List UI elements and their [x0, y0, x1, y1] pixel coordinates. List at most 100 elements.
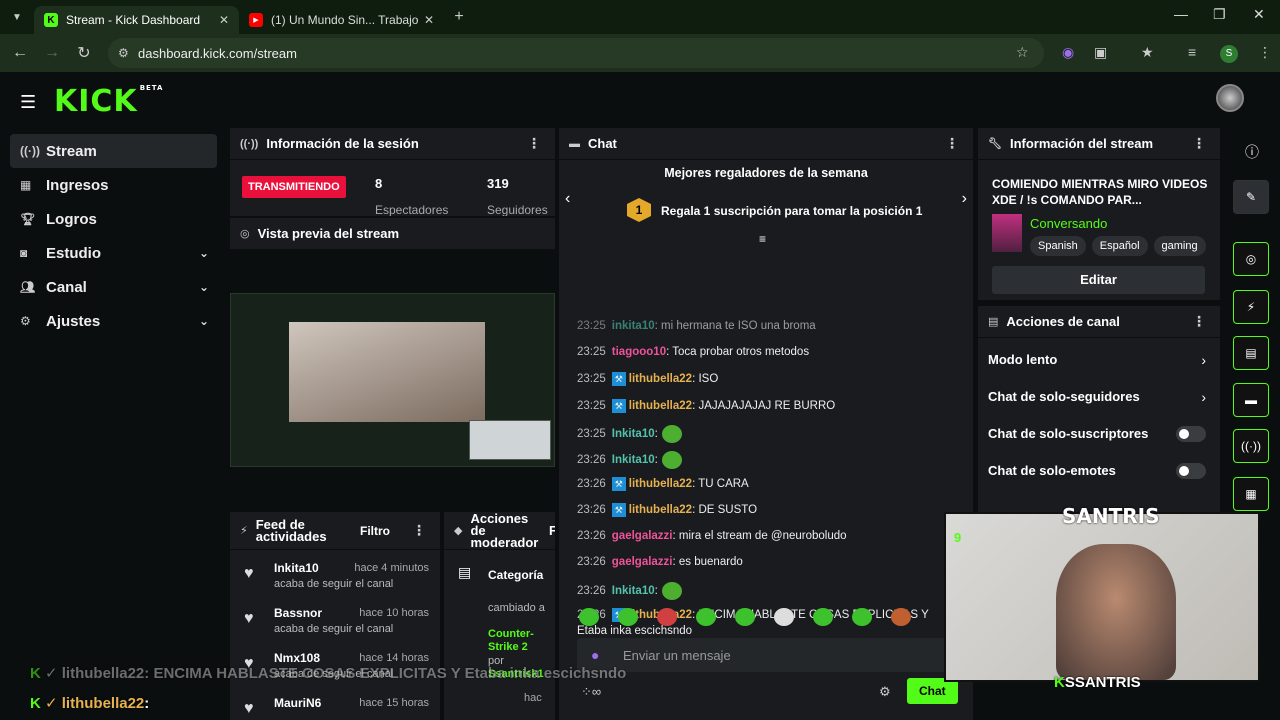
overlay-chat-line: K ✓ lithubella22: ENCIMA HABLASTE COSAS … — [30, 665, 627, 682]
user-avatar[interactable] — [1216, 84, 1244, 112]
menu-dots-icon[interactable]: ⋮ — [412, 522, 426, 539]
tab-kick-dashboard[interactable]: K Stream - Kick Dashboard ✕ — [34, 6, 239, 34]
site-info-icon[interactable]: ⚙ — [118, 46, 129, 60]
chat-username[interactable]: lithubella22 — [629, 478, 692, 490]
reload-icon[interactable]: ↻ — [68, 43, 100, 63]
bookmark-star-icon[interactable]: ☆ — [1016, 44, 1029, 61]
maximize-icon[interactable]: ❐ — [1213, 6, 1226, 23]
tab-youtube[interactable]: ▶ (1) Un Mundo Sin... Trabajo - Yo ✕ — [239, 6, 444, 34]
collapse-icon[interactable]: ≡ — [759, 232, 766, 246]
close-tab-icon[interactable]: ✕ — [424, 13, 434, 27]
chat-bubble-icon[interactable]: ▬ — [1233, 383, 1269, 417]
settings-gear-icon[interactable]: ⚙ — [879, 684, 891, 700]
emote-icon[interactable] — [618, 608, 638, 626]
game-name[interactable]: Counter-Strike 2 — [488, 628, 548, 654]
extension-icon[interactable]: ◉ — [1062, 44, 1074, 61]
sidebar-item-estudio[interactable]: ◙ Estudio ⌄ — [10, 236, 217, 270]
feed-user[interactable]: Nmx108 — [274, 651, 320, 665]
emote-icon[interactable] — [696, 608, 716, 626]
hamburger-menu-icon[interactable]: ☰ — [20, 92, 36, 113]
chat-tools-icon[interactable]: ⁘∞ — [581, 684, 601, 700]
chat-timestamp: 23:26 — [577, 529, 606, 542]
sidebar-item-logros[interactable]: 🏆︎ Logros — [10, 202, 217, 236]
sidebar-item-stream[interactable]: ((·)) Stream — [10, 134, 217, 168]
profile-avatar[interactable]: S — [1220, 45, 1238, 63]
scan-icon[interactable]: ◎ — [1233, 242, 1269, 276]
stream-preview-video[interactable] — [230, 293, 555, 467]
chevron-right-icon[interactable]: › — [962, 190, 967, 208]
filter-button[interactable]: Filtro — [360, 524, 390, 538]
youtube-favicon-icon: ▶ — [249, 13, 263, 27]
feed-user[interactable]: Bassnor — [274, 606, 322, 620]
slow-mode-row[interactable]: Modo lento › — [978, 352, 1220, 382]
menu-dots-icon[interactable]: ⋮ — [1192, 313, 1206, 330]
broadcast-icon[interactable]: ((·)) — [1233, 429, 1269, 463]
emote-icon[interactable] — [774, 608, 794, 626]
chat-username[interactable]: inkita10 — [612, 320, 655, 332]
menu-dots-icon[interactable]: ⋮ — [945, 135, 959, 152]
sidebar-item-ingresos[interactable]: ▦ Ingresos — [10, 168, 217, 202]
tab-list-icon[interactable]: ▼ — [0, 12, 34, 23]
close-tab-icon[interactable]: ✕ — [219, 13, 229, 27]
feed-time: hace 4 minutos — [354, 562, 429, 574]
puzzle-icon[interactable]: ▣ — [1094, 44, 1107, 61]
trophy-icon: 🏆︎ — [20, 212, 36, 226]
chat-message: 23:26 ⚒ lithubella22: TU CARA — [577, 477, 749, 492]
chat-text: : Toca probar otros metodos — [666, 346, 810, 359]
sidebar-item-label: Logros — [46, 210, 97, 228]
emote-icon[interactable] — [813, 608, 833, 626]
bookmarks-icon[interactable]: ★ — [1141, 44, 1154, 61]
new-tab-icon[interactable]: + — [444, 8, 474, 26]
notes-icon[interactable]: ▤ — [1233, 336, 1269, 370]
bolt-icon[interactable]: ⚡︎ — [1233, 290, 1269, 324]
feed-item: ♥ Inkita10 hace 4 minutos acaba de seguir e… — [230, 557, 440, 602]
edit-pencil-icon[interactable]: ✎ — [1233, 180, 1269, 214]
overlay-user: lithubella22 — [61, 695, 145, 712]
menu-dots-icon[interactable]: ⋮ — [1258, 44, 1272, 61]
emotes-only-toggle[interactable] — [1176, 463, 1206, 479]
chat-username[interactable]: Inkita10 — [612, 428, 655, 440]
media-icon[interactable]: ≡ — [1188, 44, 1196, 60]
moderator-badge-icon: ⚒ — [611, 477, 626, 492]
emote-icon[interactable] — [657, 608, 677, 626]
chat-username[interactable]: lithubella22 — [629, 504, 692, 516]
mic-icon[interactable]: ● — [591, 647, 599, 663]
mod-time: hac — [524, 692, 542, 704]
chat-username[interactable]: tiagooo10 — [612, 346, 666, 358]
chat-username[interactable]: Inkita10 — [612, 454, 655, 466]
emote-icon[interactable] — [735, 608, 755, 626]
emote-icon[interactable] — [852, 608, 872, 626]
emote-icon[interactable] — [579, 608, 599, 626]
url-field[interactable]: ⚙ dashboard.kick.com/stream — [108, 38, 1044, 68]
menu-dots-icon[interactable]: ⋮ — [527, 135, 541, 152]
chat-username[interactable]: gaelgalazzi — [612, 556, 673, 568]
sidebar-item-ajustes[interactable]: ⚙ Ajustes ⌄ — [10, 304, 217, 338]
stream-category[interactable]: Conversando — [1030, 216, 1107, 231]
forward-icon[interactable]: → — [36, 44, 68, 62]
emote-icon[interactable] — [891, 608, 911, 626]
minimize-icon[interactable]: — — [1174, 6, 1188, 22]
followers-only-row[interactable]: Chat de solo-seguidores › — [978, 389, 1220, 419]
chat-username[interactable]: Inkita10 — [612, 585, 655, 597]
feed-user[interactable]: MauriN6 — [274, 696, 321, 710]
gift-cta[interactable]: Regala 1 suscripción para tomar la posic… — [661, 204, 922, 218]
chat-username[interactable]: lithubella22 — [629, 400, 692, 412]
info-icon[interactable]: ⓘ — [1245, 142, 1259, 162]
close-window-icon[interactable]: ✕ — [1253, 6, 1265, 23]
chat-text: : es buenardo — [672, 555, 743, 568]
menu-dots-icon[interactable]: ⋮ — [1192, 135, 1206, 152]
feed-item: ♥ Bassnor hace 10 horas acaba de seguir el … — [230, 602, 440, 647]
sidebar-item-canal[interactable]: 👥︎ Canal ⌄ — [10, 270, 217, 304]
chevron-left-icon[interactable]: ‹ — [565, 190, 570, 208]
changed-text: cambiado a — [488, 602, 545, 614]
chat-username[interactable]: gaelgalazzi — [612, 530, 673, 542]
back-icon[interactable]: ← — [4, 44, 36, 62]
subs-only-toggle[interactable] — [1176, 426, 1206, 442]
heart-icon: ♥ — [244, 565, 254, 582]
kick-logo[interactable]: KICK BETA — [54, 84, 163, 119]
layout-icon[interactable]: ▦ — [1233, 477, 1269, 511]
chat-username[interactable]: lithubella22 — [629, 373, 692, 385]
edit-button[interactable]: Editar — [992, 266, 1205, 294]
feed-user[interactable]: Inkita10 — [274, 561, 319, 575]
chat-input[interactable]: ● Enviar un mensaje — [577, 638, 949, 672]
